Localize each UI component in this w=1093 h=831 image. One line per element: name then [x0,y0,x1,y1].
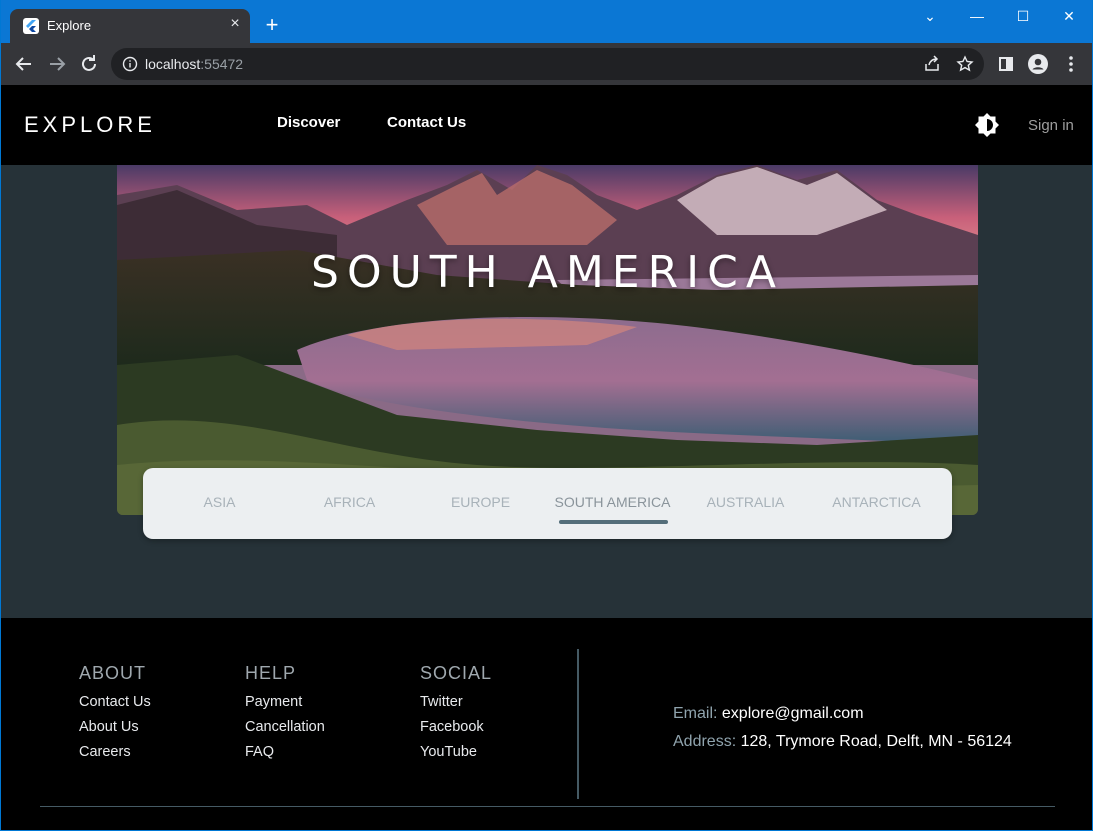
footer-link-about-us[interactable]: About Us [79,718,151,743]
tab-africa[interactable]: AFRICA [284,468,415,539]
tab-asia[interactable]: ASIA [154,468,285,539]
maximize-button[interactable]: ☐ [1000,4,1046,28]
page-content: EXPLORE Discover Contact Us Sign in SOUT… [1,85,1092,830]
tab-australia[interactable]: AUSTRALIA [680,468,811,539]
email-label: Email: [673,705,718,722]
browser-toolbar: localhost:55472 [1,43,1092,85]
nav-contact-us[interactable]: Contact Us [387,114,466,131]
browser-window: Explore × + ⌄ — ☐ ✕ localhost:55472 EXPL… [1,0,1092,830]
tab-close-icon[interactable]: × [226,15,244,33]
tab-search-icon[interactable]: ⌄ [907,4,953,28]
hero-banner: SOUTH AMERICA [117,165,978,515]
reload-icon[interactable] [77,52,101,76]
footer-contact-info: Email: explore@gmail.com Address: 128, T… [673,700,1012,756]
minimize-button[interactable]: — [954,4,1000,28]
sign-in-button[interactable]: Sign in [1028,117,1074,134]
address-bar[interactable]: localhost:55472 [111,48,984,80]
browser-tab[interactable]: Explore × [10,9,250,43]
contact-email-row: Email: explore@gmail.com [673,700,1012,728]
footer-link-careers[interactable]: Careers [79,743,151,768]
footer-help-column: HELP Payment Cancellation FAQ [245,663,325,768]
flutter-favicon-icon [23,18,39,34]
tab-label: ASIA [203,494,236,510]
close-window-button[interactable]: ✕ [1046,4,1092,28]
theme-toggle-icon[interactable] [974,112,1000,138]
footer-bottom-divider [40,806,1055,807]
site-info-icon[interactable] [122,56,138,77]
brand-logo[interactable]: EXPLORE [24,112,156,138]
address-text: localhost:55472 [145,56,243,72]
profile-avatar-icon[interactable] [1026,52,1050,76]
app-bar: EXPLORE Discover Contact Us Sign in [1,85,1092,165]
footer-about-column: ABOUT Contact Us About Us Careers [79,663,151,768]
footer-help-heading: HELP [245,663,297,683]
browser-menu-icon[interactable] [1059,52,1083,76]
address-value: 128, Trymore Road, Delft, MN - 56124 [740,733,1012,750]
footer-link-youtube[interactable]: YouTube [420,743,492,768]
footer-link-cancellation[interactable]: Cancellation [245,718,325,743]
address-label: Address: [673,733,737,750]
footer-link-facebook[interactable]: Facebook [420,718,492,743]
email-value[interactable]: explore@gmail.com [722,705,864,722]
footer-link-faq[interactable]: FAQ [245,743,325,768]
nav-discover[interactable]: Discover [277,114,340,131]
footer-vertical-divider [577,649,579,799]
side-panel-icon[interactable] [994,52,1018,76]
tab-label: SOUTH AMERICA [554,494,671,510]
share-icon[interactable] [923,55,941,78]
tab-label: AUSTRALIA [706,494,785,510]
tab-south-america[interactable]: SOUTH AMERICA [547,468,678,539]
footer-link-payment[interactable]: Payment [245,693,325,718]
contact-address-row: Address: 128, Trymore Road, Delft, MN - … [673,728,1012,756]
browser-tabstrip: Explore × + ⌄ — ☐ ✕ [1,0,1092,43]
hero-landscape-image [117,165,978,515]
tab-title: Explore [47,18,92,33]
address-host: localhost [145,56,201,72]
tab-europe[interactable]: EUROPE [415,468,546,539]
forward-arrow-icon[interactable] [45,52,69,76]
tab-label: EUROPE [450,494,511,510]
hero-title: SOUTH AMERICA [311,247,784,298]
tab-antarctica[interactable]: ANTARCTICA [811,468,942,539]
footer: ABOUT Contact Us About Us Careers HELP P… [1,618,1092,830]
footer-link-twitter[interactable]: Twitter [420,693,492,718]
selected-tab-indicator [559,520,668,524]
tab-label: AFRICA [323,494,376,510]
footer-social-heading: SOCIAL [420,663,493,683]
back-arrow-icon[interactable] [12,52,36,76]
new-tab-button[interactable]: + [261,14,283,36]
footer-about-heading: ABOUT [79,663,147,683]
footer-social-column: SOCIAL Twitter Facebook YouTube [420,663,492,768]
bookmark-star-icon[interactable] [956,55,974,78]
tab-label: ANTARCTICA [832,494,921,510]
footer-link-contact-us[interactable]: Contact Us [79,693,151,718]
continent-tab-bar: ASIA AFRICA EUROPE SOUTH AMERICA AUSTRAL… [143,468,952,539]
address-port: :55472 [200,56,244,72]
